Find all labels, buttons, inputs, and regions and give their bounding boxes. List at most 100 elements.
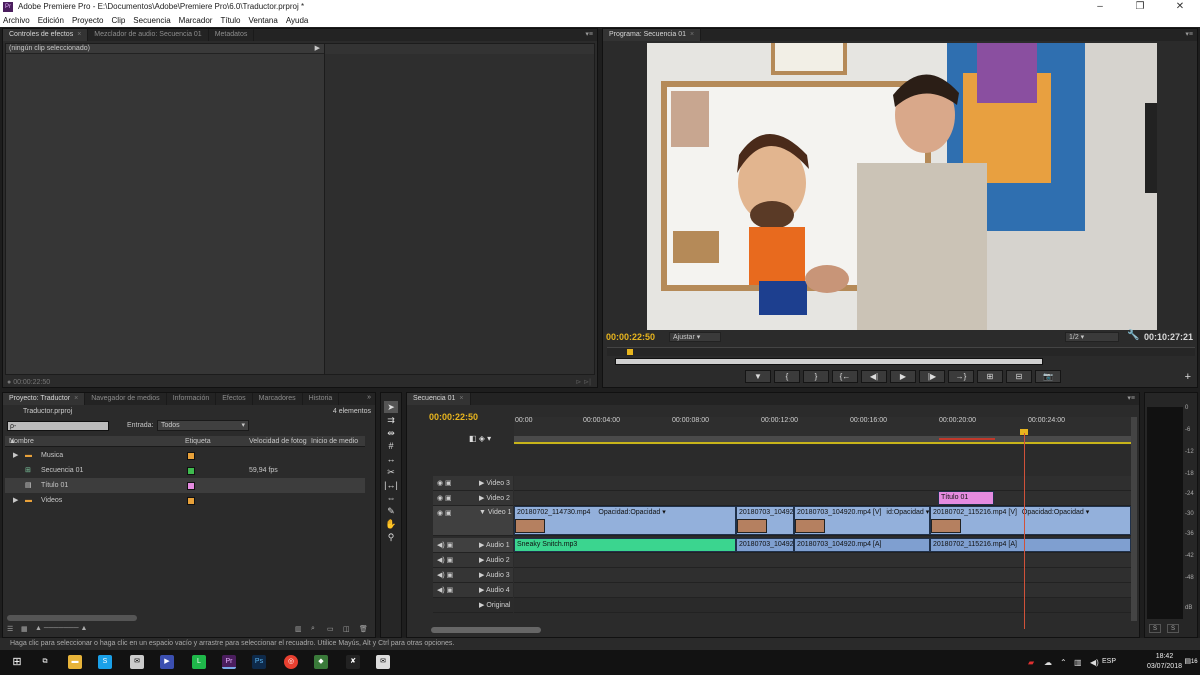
project-item-videos[interactable]: ▶ ▬ Videos [5,493,365,508]
close-tab-icon[interactable]: × [74,395,78,402]
clip-video-1[interactable]: 20180702_114730.mp4 Opacidad:Opacidad ▾ [514,506,736,535]
close-tab-icon[interactable]: × [690,31,694,38]
zoom-slider[interactable]: ▲ ─────── ▲ [35,625,87,632]
rate-stretch-tool-icon[interactable]: ↔ [384,453,398,465]
export-frame-button[interactable]: 📷 [1035,370,1061,383]
close-tab-icon[interactable]: × [459,395,463,402]
project-search-input[interactable]: ρ- [7,421,109,431]
resolution-dropdown[interactable]: 1/2 ▾ [1065,332,1119,342]
chrome-icon[interactable]: ◎ [284,655,298,669]
panel-menu-icon[interactable]: ▾≡ [1127,394,1135,402]
project-horizontal-scrollbar[interactable] [7,615,137,621]
mail-icon[interactable]: ✉ [130,655,144,669]
menu-clip[interactable]: Clip [112,14,126,27]
play-button[interactable]: ▶ [890,370,916,383]
speaker-icon[interactable]: ◀) ▣ [437,586,453,594]
panel-menu-icon[interactable]: ▾≡ [585,30,593,38]
add-marker-button[interactable]: ▼ [745,370,771,383]
zoom-fit-dropdown[interactable]: Ajustar ▾ [669,332,721,342]
tab-project[interactable]: Proyecto: Traductor × [3,393,86,405]
app2-icon[interactable]: ✘ [346,655,360,669]
tab-program[interactable]: Programa: Secuencia 01 × [603,29,702,41]
tab-metadata[interactable]: Metadatos [209,29,255,41]
timeline-current-timecode[interactable]: 00:00:22:50 [429,412,478,422]
close-tab-icon[interactable]: × [77,31,81,38]
column-label-color[interactable]: Etiqueta [185,436,211,447]
clip-audio-music[interactable]: Sneaky Snitch.mp3 [514,538,736,552]
extract-button[interactable]: ⊟ [1006,370,1032,383]
skype-icon[interactable]: S [98,655,112,669]
wrench-settings-icon[interactable]: 🔧 [1127,330,1139,341]
track-header-audio1[interactable]: ◀) ▣ ▶ Audio 1 [433,538,513,553]
taskbar-clock[interactable]: 18:42 03/07/2018 [1147,652,1182,672]
tab-markers[interactable]: Marcadores [253,393,303,405]
delete-icon[interactable]: 🗑 [359,625,368,633]
menu-marcador[interactable]: Marcador [179,14,213,27]
track-header-audio4[interactable]: ◀) ▣ ▶ Audio 4 [433,583,513,598]
panel-menu-icon[interactable]: » [367,394,371,401]
speaker-icon[interactable]: ◀) ▣ [437,571,453,579]
clip-audio-4[interactable]: 20180702_115216.mp4 [A] [930,538,1131,552]
new-item-icon[interactable]: ◫ [343,625,350,633]
tab-audio-mixer[interactable]: Mezclador de audio: Secuencia 01 [88,29,209,41]
pen-tool-icon[interactable]: ✎ [384,505,398,517]
panel-divider[interactable] [324,44,325,374]
clip-audio-3[interactable]: 20180703_104920.mp4 [A] [794,538,930,552]
project-item-musica[interactable]: ▶ ▬ Musica [5,448,365,463]
slip-tool-icon[interactable]: |↔| [384,479,398,491]
panel-menu-icon[interactable]: ▾≡ [1185,30,1193,38]
lane-video2[interactable]: Título 01 [514,491,1131,506]
menu-ventana[interactable]: Ventana [248,14,277,27]
clip-video-3[interactable]: 20180703_104920.mp4 [V] id:Opacidad ▾ [794,506,930,535]
razor-tool-icon[interactable]: ✂ [384,466,398,478]
tab-effect-controls[interactable]: Controles de efectos × [3,29,89,41]
lane-audio2[interactable] [514,553,1131,568]
premiere-taskbar-icon[interactable]: Pr [222,655,236,669]
menu-archivo[interactable]: Archivo [3,14,30,27]
column-framerate[interactable]: Velocidad de fotog [249,436,307,447]
menu-ayuda[interactable]: Ayuda [286,14,309,27]
tray-icon[interactable]: ⌃ [1060,658,1067,667]
track-header-audio3[interactable]: ◀) ▣ ▶ Audio 3 [433,568,513,583]
lane-video3[interactable] [514,476,1131,491]
list-view-icon[interactable]: ☰ [7,625,13,633]
button-editor-plus-icon[interactable]: + [1185,371,1191,383]
windows-start-icon[interactable]: ⊞ [10,655,24,669]
speaker-icon[interactable]: ◀) ▣ [437,556,453,564]
solo-left-button[interactable]: S [1149,624,1161,633]
timeline-vertical-scrollbar[interactable] [1131,417,1137,621]
speaker-icon[interactable]: ◀) ▣ [437,541,453,549]
find-icon[interactable]: ⌕ [311,625,315,633]
eye-icon[interactable]: ◉ ▣ [437,494,452,502]
media-player-icon[interactable]: ▶ [160,655,174,669]
task-view-icon[interactable]: ⧉ [38,655,52,669]
track-header-original[interactable]: ▶ Original [433,598,513,613]
network-icon[interactable]: ▥ [1074,658,1082,667]
lane-audio3[interactable] [514,568,1131,583]
clip-effect-label[interactable]: Opacidad:Opacidad ▾ [598,509,665,516]
lift-button[interactable]: ⊞ [977,370,1003,383]
language-indicator[interactable]: ESP [1102,658,1116,665]
tab-effects[interactable]: Efectos [216,393,253,405]
clip-audio-2[interactable]: 20180703_104920 [736,538,794,552]
file-explorer-icon[interactable]: ▬ [68,655,82,669]
timeline-playhead-line[interactable] [1024,433,1025,629]
entry-dropdown[interactable]: Todos ▾ [157,420,249,431]
column-media-start[interactable]: Inicio de medio [311,436,358,447]
automate-icon[interactable]: ▥ [295,625,302,633]
menu-proyecto[interactable]: Proyecto [72,14,104,27]
program-video-frame[interactable] [647,43,1157,330]
eye-icon[interactable]: ◉ ▣ [437,479,452,487]
clip-video-4[interactable]: 20180702_115216.mp4 [V] Opacidad:Opacida… [930,506,1131,535]
zoom-tool-icon[interactable]: ⚲ [384,531,398,543]
tab-media-browser[interactable]: Navegador de medios [85,393,167,405]
menu-edicion[interactable]: Edición [38,14,64,27]
track-header-video1[interactable]: ◉ ▣ ▼ Video 1 [433,506,513,536]
maximize-button[interactable]: ❐ [1120,0,1160,14]
track-header-video3[interactable]: ◉ ▣ ▶ Video 3 [433,476,513,491]
go-to-in-button[interactable]: {← [832,370,858,383]
mark-out-button[interactable]: } [803,370,829,383]
tray-icon[interactable]: ☁ [1044,658,1052,667]
lane-video1[interactable]: 20180702_114730.mp4 Opacidad:Opacidad ▾ … [514,506,1131,536]
lane-audio1[interactable]: Sneaky Snitch.mp3 20180703_104920 201807… [514,538,1131,553]
